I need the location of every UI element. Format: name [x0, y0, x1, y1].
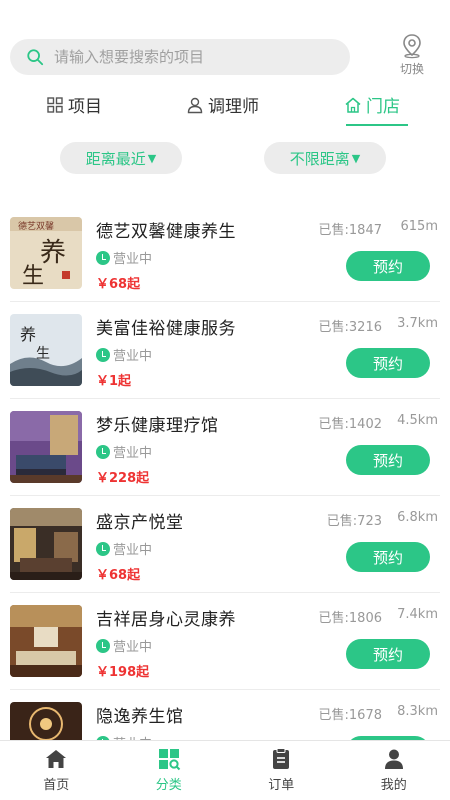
store-thumbnail: [10, 411, 82, 483]
nav-label: 我的: [380, 778, 407, 793]
tab-bar: 项目 调理师 门店: [0, 92, 450, 126]
store-item[interactable]: 吉祥居身心灵康养 营业中 ￥198起 已售:1806 7.4km 预约: [10, 593, 440, 690]
store-status: 营业中: [96, 636, 152, 655]
svg-text:养: 养: [20, 325, 36, 344]
clock-icon: [96, 347, 110, 362]
clock-icon: [96, 541, 110, 556]
store-name: 吉祥居身心灵康养: [96, 610, 236, 630]
status-text: 营业中: [113, 349, 153, 364]
store-name: 梦乐健康理疗馆: [96, 416, 219, 436]
book-button[interactable]: 预约: [346, 348, 430, 378]
tab-therapists[interactable]: 调理师: [186, 92, 259, 117]
tab-label: 项目: [68, 97, 102, 117]
svg-text:德艺双馨: 德艺双馨: [18, 220, 54, 232]
store-distance: 4.5km: [397, 413, 438, 428]
store-status: 营业中: [96, 248, 152, 267]
store-name: 美富佳裕健康服务: [96, 319, 236, 339]
store-thumbnail: 养 生: [10, 314, 82, 386]
nav-category[interactable]: 分类: [113, 741, 226, 800]
status-text: 营业中: [113, 543, 153, 558]
store-item[interactable]: 德艺双馨 养 生 德艺双馨健康养生 营业中 ￥68起 已售:1847 615m …: [10, 205, 440, 302]
store-distance: 3.7km: [397, 316, 438, 331]
location-switch[interactable]: 切换: [392, 33, 432, 77]
profile-icon: [384, 749, 403, 769]
store-price: ￥228起: [96, 471, 150, 486]
store-distance: 615m: [400, 219, 438, 234]
store-thumbnail: [10, 508, 82, 580]
svg-text:生: 生: [22, 264, 44, 289]
store-distance: 8.3km: [397, 704, 438, 719]
bottom-nav: 首页 分类 订单 我的: [0, 740, 450, 800]
store-thumbnail: [10, 605, 82, 677]
clock-icon: [96, 250, 110, 265]
clock-icon: [96, 638, 110, 653]
location-label: 切换: [399, 62, 424, 76]
nav-home[interactable]: 首页: [0, 741, 113, 800]
sold-count: 已售:723: [326, 514, 382, 529]
tab-label: 调理师: [208, 97, 259, 117]
store-item[interactable]: 梦乐健康理疗馆 营业中 ￥228起 已售:1402 4.5km 预约: [10, 399, 440, 496]
status-text: 营业中: [113, 640, 153, 655]
store-price: ￥68起: [96, 568, 141, 583]
sold-count: 已售:1402: [318, 417, 382, 432]
search-icon: [27, 49, 44, 66]
store-distance: 7.4km: [397, 607, 438, 622]
search-box[interactable]: [10, 39, 350, 75]
grid-icon: [47, 96, 63, 113]
sold-count: 已售:1678: [318, 708, 382, 723]
book-button[interactable]: 预约: [346, 445, 430, 475]
store-item[interactable]: 养 生 美富佳裕健康服务 营业中 ￥1起 已售:3216 3.7km 预约: [10, 302, 440, 399]
store-price: ￥198起: [96, 665, 150, 680]
status-text: 营业中: [113, 446, 153, 461]
svg-text:生: 生: [36, 346, 50, 362]
tab-label: 门店: [366, 97, 400, 117]
store-name: 德艺双馨健康养生: [96, 222, 236, 242]
store-name: 隐逸养生馆: [96, 707, 184, 727]
store-status: 营业中: [96, 539, 152, 558]
search-input[interactable]: [54, 48, 324, 66]
filter-label: 距离最近: [85, 149, 146, 168]
sold-count: 已售:1806: [318, 611, 382, 626]
tab-projects[interactable]: 项目: [46, 92, 102, 117]
home-icon: [345, 97, 361, 113]
tab-stores[interactable]: 门店: [344, 92, 400, 117]
order-icon: [273, 748, 290, 769]
search-row: 切换: [10, 33, 440, 79]
dropdown-arrow-icon: ▼: [147, 151, 157, 165]
sold-count: 已售:1847: [318, 223, 382, 238]
user-icon: [187, 97, 203, 113]
book-button[interactable]: 预约: [346, 639, 430, 669]
store-status: 营业中: [96, 442, 152, 461]
home-icon: [46, 750, 67, 768]
dropdown-arrow-icon: ▼: [351, 151, 361, 165]
nav-label: 首页: [43, 778, 70, 793]
nav-orders[interactable]: 订单: [225, 741, 338, 800]
store-thumbnail: 德艺双馨 养 生: [10, 217, 82, 289]
clock-icon: [96, 444, 110, 459]
store-list: 德艺双馨 养 生 德艺双馨健康养生 营业中 ￥68起 已售:1847 615m …: [0, 205, 450, 787]
nav-profile[interactable]: 我的: [338, 741, 450, 800]
nav-label: 订单: [268, 778, 295, 793]
location-pin-icon: [403, 34, 421, 59]
tab-active-indicator: [346, 124, 408, 126]
store-status: 营业中: [96, 345, 152, 364]
store-price: ￥1起: [96, 374, 132, 389]
category-icon: [158, 749, 180, 771]
distance-range-filter[interactable]: 不限距离 ▼: [264, 142, 386, 174]
store-distance: 6.8km: [397, 510, 438, 525]
status-text: 营业中: [113, 252, 153, 267]
book-button[interactable]: 预约: [346, 251, 430, 281]
filter-label: 不限距离: [289, 149, 350, 168]
sold-count: 已售:3216: [318, 320, 382, 335]
store-name: 盛京产悦堂: [96, 513, 184, 533]
store-price: ￥68起: [96, 277, 141, 292]
sort-distance-filter[interactable]: 距离最近 ▼: [60, 142, 182, 174]
book-button[interactable]: 预约: [346, 542, 430, 572]
nav-label: 分类: [155, 778, 182, 793]
store-item[interactable]: 盛京产悦堂 营业中 ￥68起 已售:723 6.8km 预约: [10, 496, 440, 593]
